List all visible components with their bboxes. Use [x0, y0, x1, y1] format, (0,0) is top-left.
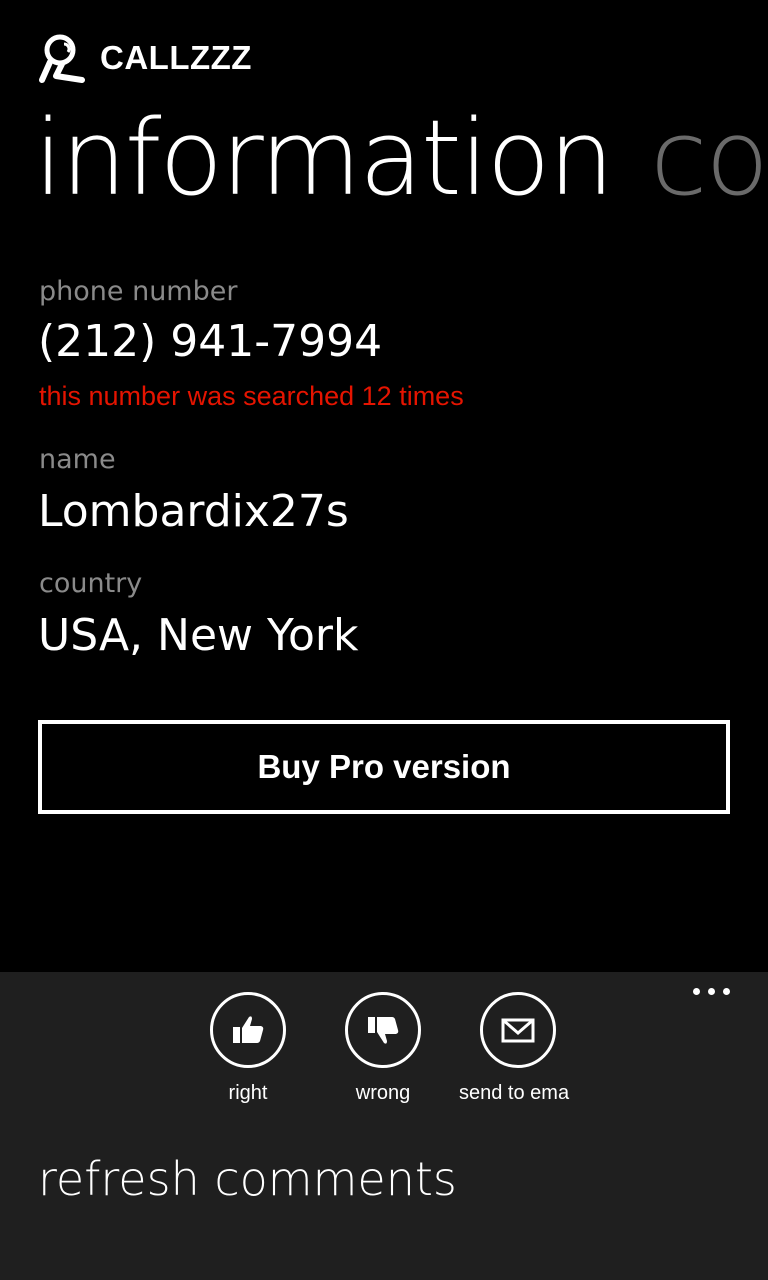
app-bar: right wrong send to ema refresh comments: [0, 972, 768, 1280]
envelope-icon: [501, 1018, 535, 1043]
thumbs-down-icon: [368, 1017, 399, 1044]
wrong-button[interactable]: wrong: [318, 992, 448, 1105]
send-to-email-button[interactable]: send to ema: [453, 992, 583, 1105]
menu-item-refresh-comments[interactable]: refresh comments: [38, 1152, 457, 1206]
phone-number-label: phone number: [39, 276, 238, 307]
thumbs-up-icon: [233, 1016, 264, 1043]
pivot-item-next[interactable]: co: [650, 97, 768, 219]
wrong-button-label: wrong: [355, 1082, 411, 1104]
buy-pro-button[interactable]: Buy Pro version: [38, 720, 730, 814]
country-value: USA, New York: [38, 610, 359, 661]
right-button-label: right: [228, 1082, 268, 1104]
search-count-warning: this number was searched 12 times: [39, 381, 464, 411]
name-label: name: [39, 444, 116, 475]
phone-number-value: (212) 941-7994: [38, 316, 383, 367]
more-options-icon[interactable]: [693, 988, 730, 995]
headset-logo-icon: [39, 34, 85, 83]
send-to-email-label: send to ema: [459, 1082, 570, 1104]
pivot-item-information[interactable]: information: [34, 97, 614, 219]
app-title: CALLZZZ: [100, 39, 252, 76]
country-label: country: [39, 568, 143, 599]
app-header: CALLZZZ: [38, 32, 252, 84]
name-value: Lombardix27s: [38, 486, 349, 537]
right-button[interactable]: right: [183, 992, 313, 1105]
pivot-header: information co: [34, 96, 768, 220]
